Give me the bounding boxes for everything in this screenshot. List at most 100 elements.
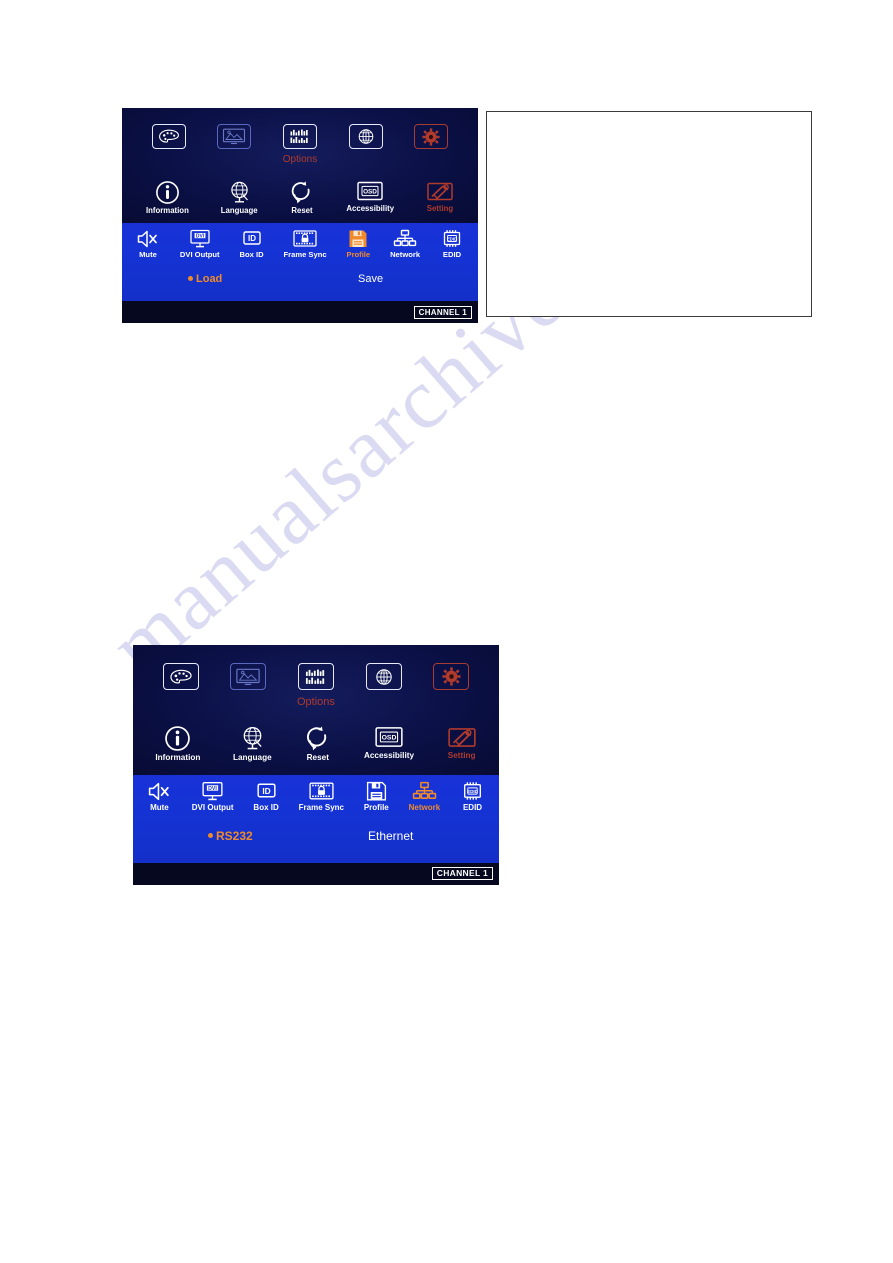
osd1-profile[interactable]: Profile (347, 229, 370, 259)
osd1-suboption-load[interactable]: Load (188, 274, 222, 285)
osd1-accessibility[interactable]: OSD Accessibility (346, 180, 394, 213)
box-id-icon: ID (254, 781, 279, 802)
osd2-setting-label: Setting (447, 751, 476, 760)
osd2-menu-display[interactable] (229, 663, 266, 693)
frame-sync-lock-icon (292, 229, 318, 249)
osd1-menu-gear[interactable] (414, 124, 449, 152)
osd1-mute[interactable]: Mute (136, 229, 160, 259)
osd1-reset-label: Reset (291, 206, 313, 215)
osd2-edid[interactable]: EDID EDID (460, 781, 485, 812)
osd1-menu-display[interactable] (217, 124, 252, 152)
osd1-reset[interactable]: Reset (289, 180, 314, 215)
osd1-frame-sync-label: Frame Sync (283, 250, 327, 259)
osd1-menu-options[interactable]: Options (283, 124, 317, 165)
osd2-rs232-label: RS232 (216, 829, 253, 843)
svg-text:EDID: EDID (447, 236, 458, 241)
osd2-menu-options[interactable]: Options (297, 663, 335, 708)
svg-text:ID: ID (248, 234, 256, 243)
osd2-frame-sync[interactable]: Frame Sync (299, 781, 344, 812)
svg-text:EDID: EDID (467, 789, 479, 794)
setting-tools-icon (447, 725, 477, 750)
osd2-top-icon-row: Options (133, 663, 499, 708)
svg-text:OSD: OSD (363, 189, 377, 196)
network-icon (393, 229, 417, 249)
osd2-profile[interactable]: Profile (364, 781, 389, 812)
osd2-reset-label: Reset (306, 753, 329, 762)
osd2-frame-sync-label: Frame Sync (298, 803, 344, 812)
osd1-menu-globe[interactable] (348, 124, 383, 152)
osd1-frame-sync[interactable]: Frame Sync (284, 229, 327, 259)
osd2-language-label: Language (232, 753, 272, 762)
osd2-language[interactable]: Language (233, 725, 272, 762)
osd1-information[interactable]: Information (146, 180, 189, 215)
osd1-network-label: Network (390, 250, 421, 259)
osd2-channel-badge: CHANNEL 1 (431, 866, 493, 880)
profile-floppy-icon (365, 781, 388, 802)
osd2-menu-gear[interactable] (433, 663, 470, 693)
options-equalizer-icon (303, 668, 329, 686)
osd1-network[interactable]: Network (390, 229, 420, 259)
profile-floppy-icon (347, 229, 369, 249)
osd-accessibility-icon: OSD (356, 180, 384, 203)
osd2-information-label: Information (155, 753, 201, 762)
osd2-menu-picture[interactable] (162, 663, 199, 693)
osd1-suboption-save[interactable]: Save (358, 274, 383, 285)
setting-tools-icon (426, 180, 454, 203)
svg-text:OSD: OSD (382, 735, 397, 742)
osd-panel-2[interactable]: Options Information Language Reset OSD A… (133, 645, 499, 885)
box-id-icon: ID (240, 229, 264, 249)
osd2-network-label: Network (408, 803, 441, 812)
svg-text:DVI: DVI (208, 786, 217, 792)
osd2-box-id[interactable]: ID Box ID (253, 781, 279, 812)
osd-panel-1[interactable]: Options Information Language Reset OSD A… (122, 108, 478, 323)
osd2-profile-label: Profile (363, 803, 389, 812)
osd1-box-id-label: Box ID (239, 250, 264, 259)
osd1-menu-options-label: Options (282, 154, 318, 165)
osd1-information-label: Information (145, 206, 189, 215)
color-palette-icon (158, 129, 180, 144)
osd1-top-icon-row: Options (122, 124, 478, 165)
empty-white-box (486, 111, 812, 317)
osd2-suboption-rs232[interactable]: RS232 (208, 830, 253, 842)
reset-icon (289, 180, 314, 205)
options-equalizer-icon (288, 128, 312, 145)
osd1-accessibility-label: Accessibility (346, 204, 395, 213)
reset-icon (304, 725, 331, 752)
osd2-network[interactable]: Network (408, 781, 441, 812)
osd1-dvi-output[interactable]: DVI DVI Output (180, 229, 220, 259)
osd2-dvi-output[interactable]: DVI DVI Output (192, 781, 234, 812)
osd1-save-label: Save (358, 273, 384, 285)
osd1-edid[interactable]: EDID EDID (440, 229, 464, 259)
osd2-setting[interactable]: Setting (447, 725, 477, 760)
osd2-mute[interactable]: Mute (147, 781, 172, 812)
osd1-box-id[interactable]: ID Box ID (240, 229, 264, 259)
osd2-reset[interactable]: Reset (304, 725, 331, 762)
information-icon (164, 725, 191, 752)
language-globe-icon (227, 180, 252, 205)
osd2-information[interactable]: Information (155, 725, 200, 762)
osd1-bottom-icon-row: Mute DVI DVI Output ID Box ID Frame Sync… (122, 229, 478, 259)
osd1-middle-icon-row: Information Language Reset OSD Accessibi… (122, 180, 478, 215)
globe-network-icon (356, 128, 376, 145)
gear-setting-icon (422, 127, 440, 146)
mute-icon (136, 229, 160, 249)
osd2-bottom-icon-row: Mute DVI DVI Output ID Box ID Frame Sync… (133, 781, 499, 812)
osd2-suboption-ethernet[interactable]: Ethernet (368, 830, 413, 842)
osd1-language[interactable]: Language (221, 180, 258, 215)
osd1-dvi-output-label: DVI Output (179, 250, 220, 259)
osd1-setting[interactable]: Setting (426, 180, 454, 213)
osd1-load-label: Load (196, 273, 223, 285)
osd1-channel-badge: CHANNEL 1 (413, 306, 472, 319)
osd1-edid-label: EDID (442, 250, 462, 259)
osd2-accessibility[interactable]: OSD Accessibility (364, 725, 414, 760)
gear-setting-icon (442, 667, 461, 686)
osd2-rs232-selected-dot (208, 833, 213, 839)
dvi-output-icon: DVI (188, 229, 212, 249)
osd2-menu-options-label: Options (297, 696, 335, 708)
osd1-menu-picture[interactable] (151, 124, 186, 152)
network-icon (412, 781, 437, 802)
svg-text:DVI: DVI (196, 234, 205, 240)
osd2-menu-globe[interactable] (366, 663, 403, 693)
display-picture-icon (222, 128, 246, 145)
osd1-load-selected-dot (188, 275, 193, 281)
